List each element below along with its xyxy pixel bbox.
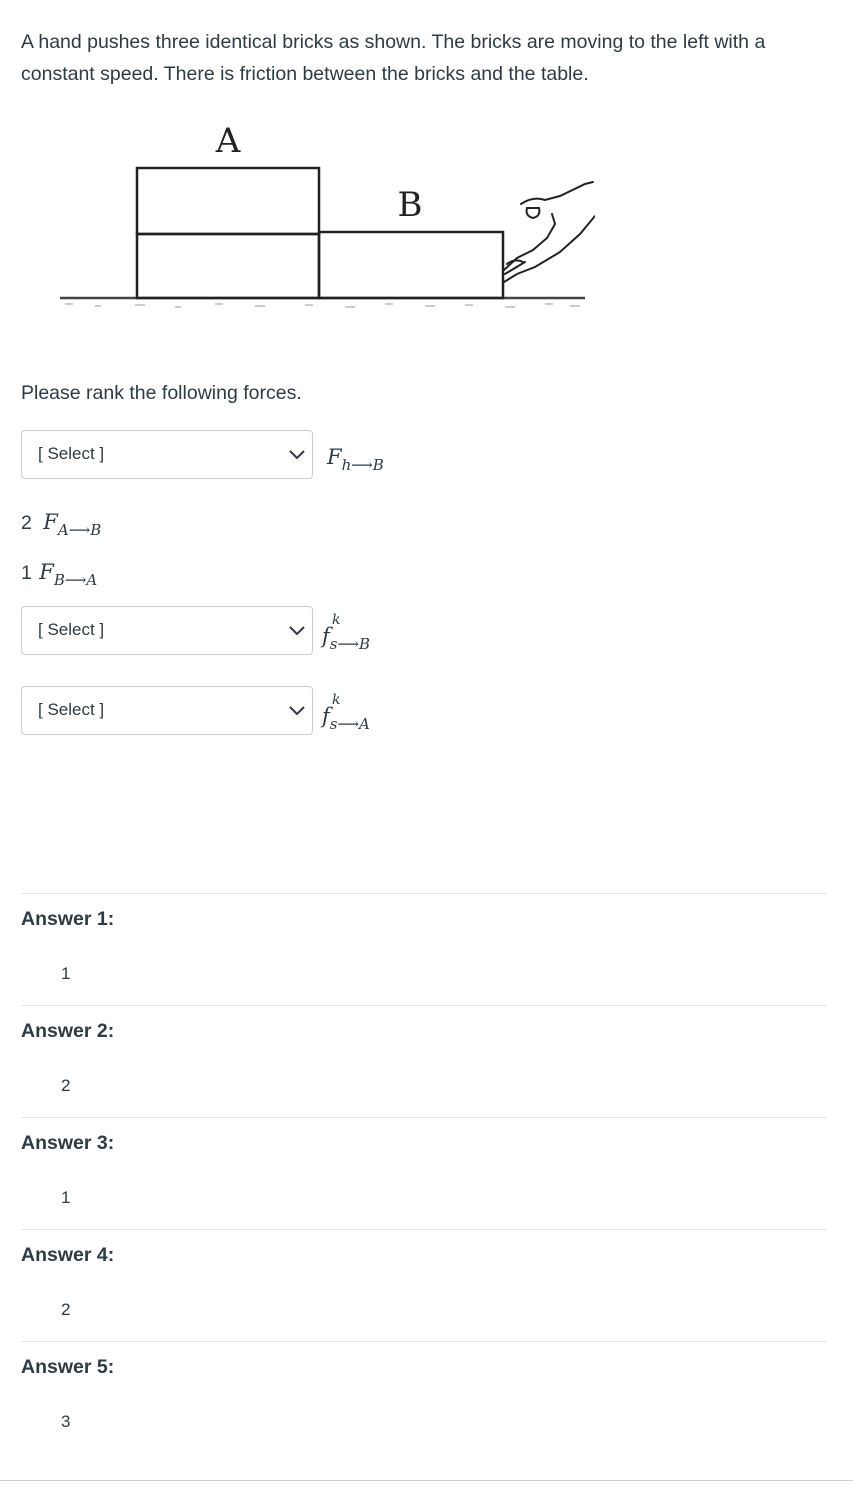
bricks-figure: A B bbox=[60, 121, 595, 308]
divider bbox=[21, 1229, 826, 1230]
bottom-left-brick bbox=[135, 232, 321, 300]
question-text: A hand pushes three identical bricks as … bbox=[21, 31, 766, 85]
given-row-1: 2 FA⟶B bbox=[21, 510, 102, 539]
answer-3-label: Answer 3: bbox=[21, 1132, 115, 1154]
force-label-s-a: f k s⟶A bbox=[322, 692, 370, 733]
answer-1-label: Answer 1: bbox=[21, 908, 115, 930]
divider bbox=[21, 893, 826, 894]
answer-3-value: 1 bbox=[61, 1188, 71, 1207]
divider bbox=[21, 1341, 826, 1342]
divider bbox=[21, 1005, 826, 1006]
top-brick bbox=[135, 166, 321, 236]
label-b: B bbox=[398, 185, 423, 225]
answer-4-label: Answer 4: bbox=[21, 1244, 115, 1266]
rank-select-2[interactable]: [ Select ] bbox=[21, 606, 313, 655]
force-label-h-b: Fh⟶B bbox=[327, 445, 384, 474]
bottom-border bbox=[0, 1480, 853, 1481]
answer-4-value: 2 bbox=[61, 1300, 71, 1319]
chevron-down-icon bbox=[289, 706, 305, 716]
select-value: [ Select ] bbox=[38, 700, 105, 719]
answer-5-label: Answer 5: bbox=[21, 1356, 115, 1378]
select-value: [ Select ] bbox=[38, 444, 105, 463]
answer-2-value: 2 bbox=[61, 1076, 71, 1095]
chevron-down-icon bbox=[289, 450, 305, 460]
answer-5-value: 3 bbox=[61, 1412, 71, 1431]
select-value: [ Select ] bbox=[38, 620, 105, 639]
given-row-2: 1 FB⟶A bbox=[21, 560, 98, 589]
answer-2-label: Answer 2: bbox=[21, 1020, 115, 1042]
answer-1-value: 1 bbox=[61, 964, 71, 983]
force-label-s-b: f k s⟶B bbox=[322, 612, 371, 653]
chevron-down-icon bbox=[289, 626, 305, 636]
rank-select-1[interactable]: [ Select ] bbox=[21, 430, 313, 479]
divider bbox=[21, 1117, 826, 1118]
rank-select-3[interactable]: [ Select ] bbox=[21, 686, 313, 735]
bottom-right-brick bbox=[317, 230, 505, 300]
hand-icon bbox=[503, 181, 595, 283]
table-texture bbox=[65, 303, 580, 308]
prompt-text: Please rank the following forces. bbox=[21, 382, 302, 404]
label-a: A bbox=[215, 121, 241, 161]
